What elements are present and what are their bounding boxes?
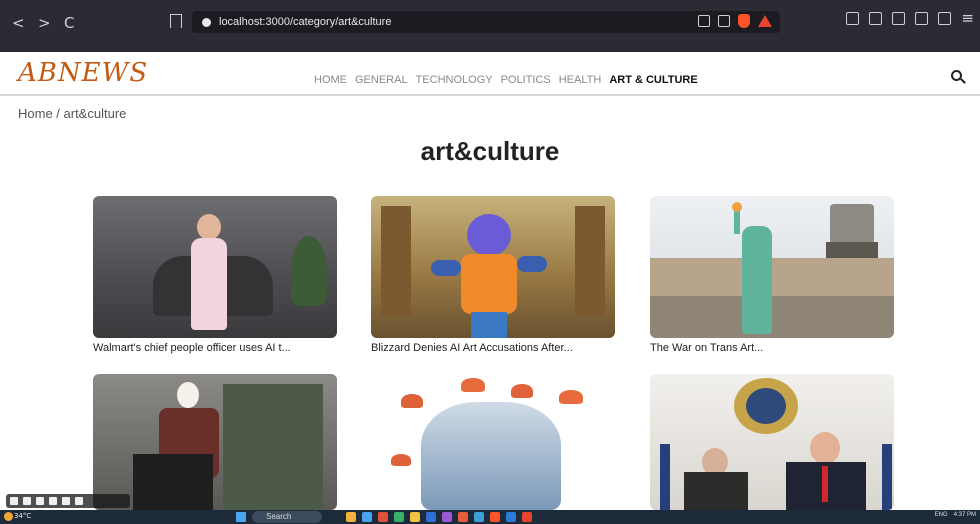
clock[interactable]: 4:37 PM (954, 512, 976, 518)
taskbar: 34°C Search ENG 4:37 PM (0, 510, 980, 524)
card-caption[interactable]: Walmart's chief people officer uses AI t… (93, 342, 337, 354)
address-bar[interactable]: localhost:3000/category/art&culture (192, 11, 780, 33)
back-icon[interactable]: < (12, 14, 25, 32)
extensions-icon[interactable] (915, 12, 929, 25)
share-icon[interactable] (718, 15, 730, 27)
news-card[interactable] (650, 374, 894, 510)
nav-home[interactable]: HOME (314, 74, 347, 86)
nav-politics[interactable]: POLITICS (501, 74, 551, 86)
card-image[interactable] (650, 374, 894, 510)
forward-icon[interactable]: > (38, 14, 51, 32)
brave-rewards-icon[interactable] (758, 15, 772, 27)
cast-icon[interactable] (698, 15, 710, 27)
app-icon[interactable] (378, 512, 388, 522)
app-icon[interactable] (458, 512, 468, 522)
site-logo[interactable]: ABNEWS (18, 58, 148, 88)
card-image[interactable] (371, 374, 615, 510)
card-image[interactable] (93, 374, 337, 510)
nav-general[interactable]: GENERAL (355, 74, 408, 86)
site-info-icon[interactable] (202, 17, 211, 27)
app-icon[interactable] (474, 512, 484, 522)
taskbar-search[interactable]: Search (252, 511, 322, 523)
brave-shields-icon[interactable] (738, 14, 750, 28)
tab-icon[interactable] (892, 12, 906, 25)
weather-icon[interactable] (4, 512, 13, 521)
language-indicator[interactable]: ENG (935, 512, 948, 518)
nav-art-culture[interactable]: ART & CULTURE (609, 74, 697, 86)
news-card[interactable]: Walmart's chief people officer uses AI t… (93, 196, 337, 354)
news-card[interactable]: The War on Trans Art... (650, 196, 894, 354)
camera-icon[interactable] (10, 497, 18, 505)
windows-start-icon[interactable] (236, 512, 246, 522)
chat-icon[interactable] (62, 497, 70, 505)
app-icon[interactable] (522, 512, 532, 522)
vpn-icon[interactable] (938, 12, 952, 25)
breadcrumb[interactable]: Home / art&culture (18, 106, 126, 121)
app-icon[interactable] (362, 512, 372, 522)
reload-icon[interactable]: C (64, 14, 74, 32)
weather-text[interactable]: 34°C (14, 512, 31, 520)
screen-icon[interactable] (23, 497, 31, 505)
nav-technology[interactable]: TECHNOLOGY (416, 74, 493, 86)
app-icon[interactable] (506, 512, 516, 522)
volume-icon[interactable] (49, 497, 57, 505)
card-caption[interactable]: The War on Trans Art... (650, 342, 894, 354)
nav-health[interactable]: HEALTH (559, 74, 602, 86)
main-nav: HOME GENERAL TECHNOLOGY POLITICS HEALTH … (314, 74, 698, 86)
reader-icon[interactable] (846, 12, 860, 25)
app-icon[interactable] (394, 512, 404, 522)
url-text[interactable]: localhost:3000/category/art&culture (219, 16, 391, 28)
sidebar-icon[interactable] (869, 12, 883, 25)
card-image[interactable] (93, 196, 337, 338)
app-icon[interactable] (442, 512, 452, 522)
taskbar-apps (346, 512, 532, 522)
mic-icon[interactable] (36, 497, 44, 505)
screen-share-controls (6, 494, 130, 508)
app-icon[interactable] (346, 512, 356, 522)
news-card[interactable] (371, 374, 615, 510)
card-image[interactable] (650, 196, 894, 338)
menu-icon[interactable]: ≡ (961, 11, 974, 26)
page-title: art&culture (420, 136, 560, 166)
news-card[interactable] (93, 374, 337, 510)
card-image[interactable] (371, 196, 615, 338)
settings-icon[interactable] (75, 497, 83, 505)
app-icon[interactable] (426, 512, 436, 522)
card-caption[interactable]: Blizzard Denies AI Art Accusations After… (371, 342, 615, 354)
app-icon[interactable] (490, 512, 500, 522)
system-tray: ENG 4:37 PM (935, 512, 976, 518)
site-header: ABNEWS HOME GENERAL TECHNOLOGY POLITICS … (0, 52, 980, 96)
browser-toolbar: < > C localhost:3000/category/art&cultur… (0, 0, 980, 52)
search-icon[interactable] (951, 70, 962, 81)
bookmark-icon[interactable] (170, 14, 182, 28)
app-icon[interactable] (410, 512, 420, 522)
news-card[interactable]: Blizzard Denies AI Art Accusations After… (371, 196, 615, 354)
